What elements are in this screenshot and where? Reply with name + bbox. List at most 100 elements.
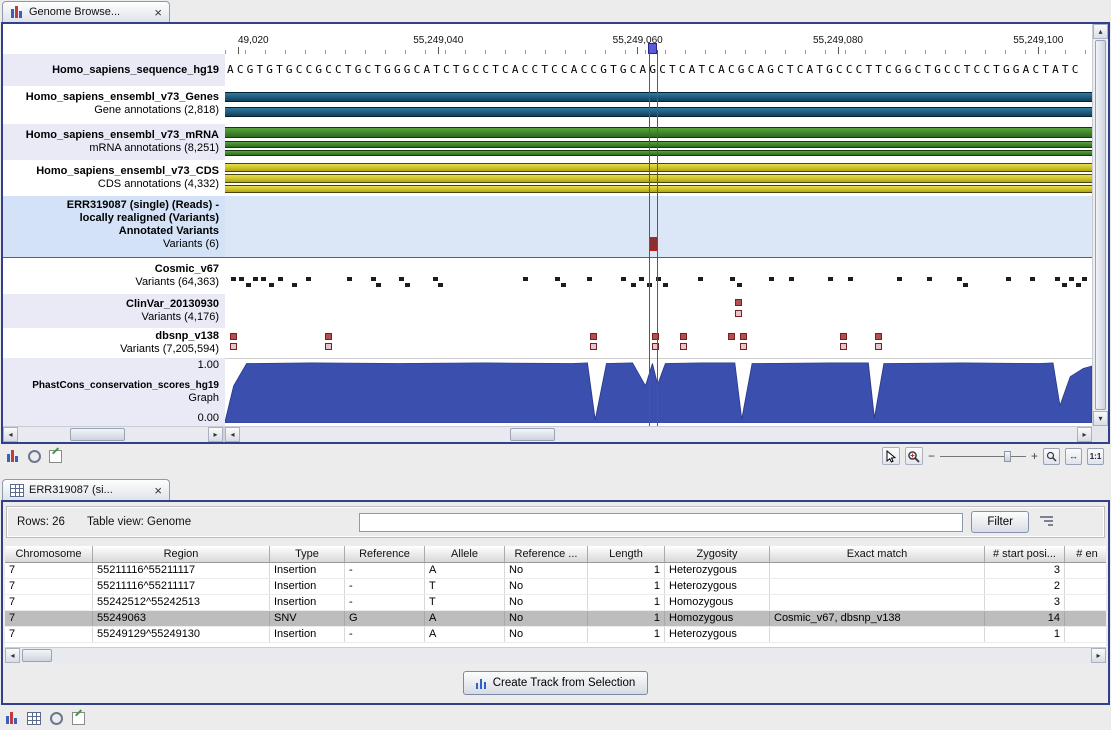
table-cell[interactable]: - [345, 563, 425, 578]
cosmic-variant-mark[interactable] [1069, 277, 1074, 281]
table-cell[interactable]: 7 [5, 627, 93, 642]
cosmic-variant-mark[interactable] [656, 277, 661, 281]
table-cell[interactable]: Homozygous [665, 611, 770, 626]
clinvar-variant-mark[interactable] [735, 299, 742, 306]
cosmic-variant-mark[interactable] [438, 283, 443, 287]
cosmic-variant-mark[interactable] [231, 277, 236, 281]
table-cell[interactable]: SNV [270, 611, 345, 626]
scrollbar-thumb[interactable] [70, 428, 125, 441]
gene-annotation-bar[interactable] [225, 107, 1092, 117]
table-cell[interactable]: 55249063 [93, 611, 270, 626]
scroll-up-button[interactable]: ▴ [1093, 24, 1108, 39]
dbsnp-variant-mark[interactable] [652, 333, 659, 340]
tab-close-icon[interactable]: × [154, 485, 162, 496]
tab-variant-table[interactable]: ERR319087 (si... × [2, 479, 170, 500]
table-cell[interactable] [1065, 627, 1106, 642]
vertical-scrollbar-thumb[interactable] [1095, 40, 1106, 410]
table-row[interactable]: 755249063SNVGANo1HomozygousCosmic_v67, d… [5, 611, 1106, 627]
cosmic-variant-mark[interactable] [278, 277, 283, 281]
table-cell[interactable]: Heterozygous [665, 563, 770, 578]
cosmic-variant-mark[interactable] [828, 277, 833, 281]
cosmic-variant-mark[interactable] [769, 277, 774, 281]
cosmic-variant-mark[interactable] [433, 277, 438, 281]
table-hscrollbar[interactable]: ◂ ▸ [5, 647, 1106, 663]
table-cell[interactable] [1065, 611, 1106, 626]
show-trackview-icon[interactable] [5, 448, 21, 464]
clinvar-track-content[interactable] [225, 294, 1092, 328]
annotated-variant-mark[interactable] [649, 237, 658, 251]
cosmic-variant-mark[interactable] [399, 277, 404, 281]
dbsnp-variant-mark[interactable] [875, 343, 882, 350]
scroll-left-button[interactable]: ◂ [3, 427, 18, 442]
cosmic-variant-mark[interactable] [1062, 283, 1067, 287]
table-cell[interactable]: No [505, 627, 588, 642]
zoom-slider-thumb[interactable] [1004, 451, 1011, 462]
dbsnp-variant-mark[interactable] [875, 333, 882, 340]
table-cell[interactable]: 55249129^55249130 [93, 627, 270, 642]
cds-annotation-bar[interactable] [225, 185, 1092, 193]
table-row[interactable]: 755211116^55211117Insertion-ANo1Heterozy… [5, 563, 1106, 579]
dbsnp-variant-mark[interactable] [680, 343, 687, 350]
dbsnp-variant-mark[interactable] [840, 333, 847, 340]
cosmic-variant-mark[interactable] [1006, 277, 1011, 281]
dbsnp-variant-mark[interactable] [590, 333, 597, 340]
table-cell[interactable]: - [345, 627, 425, 642]
table-cell[interactable]: Insertion [270, 627, 345, 642]
dbsnp-variant-mark[interactable] [840, 343, 847, 350]
column-header[interactable]: Chromosome [5, 546, 93, 562]
cds-annotation-bar[interactable] [225, 174, 1092, 183]
table-cell[interactable]: 55211116^55211117 [93, 579, 270, 594]
table-cell[interactable]: Insertion [270, 595, 345, 610]
table-row[interactable]: 755249129^55249130Insertion-ANo1Heterozy… [5, 627, 1106, 643]
cosmic-variant-mark[interactable] [789, 277, 794, 281]
table-cell[interactable]: Cosmic_v67, dbsnp_v138 [770, 611, 985, 626]
cosmic-variant-mark[interactable] [371, 277, 376, 281]
cosmic-variant-mark[interactable] [621, 277, 626, 281]
mrna-annotation-bar[interactable] [225, 127, 1092, 138]
table-cell[interactable]: A [425, 627, 505, 642]
column-header[interactable]: Reference [345, 546, 425, 562]
one-to-one-button[interactable]: 1:1 [1087, 448, 1104, 465]
column-header[interactable]: Type [270, 546, 345, 562]
cosmic-variant-mark[interactable] [306, 277, 311, 281]
table-cell[interactable]: 2 [985, 579, 1065, 594]
column-header[interactable]: Length [588, 546, 665, 562]
tab-close-icon[interactable]: × [154, 7, 162, 18]
table-cell[interactable] [770, 563, 985, 578]
table-cell[interactable]: 14 [985, 611, 1065, 626]
dbsnp-variant-mark[interactable] [590, 343, 597, 350]
scroll-right-button[interactable]: ▸ [208, 427, 223, 442]
show-overview-icon[interactable] [48, 710, 64, 726]
cosmic-variant-mark[interactable] [239, 277, 244, 281]
column-header[interactable]: Zygosity [665, 546, 770, 562]
genes-track-content[interactable] [225, 86, 1092, 124]
cosmic-variant-mark[interactable] [647, 283, 652, 287]
table-row[interactable]: 755242512^55242513Insertion-TNo1Homozygo… [5, 595, 1106, 611]
cosmic-variant-mark[interactable] [347, 277, 352, 281]
table-cell[interactable]: 1 [588, 595, 665, 610]
table-cell[interactable]: 1 [588, 579, 665, 594]
fit-width-button[interactable]: ↔ [1065, 448, 1082, 465]
show-info-icon[interactable] [47, 448, 63, 464]
zoom-selection-button[interactable] [1043, 448, 1060, 465]
cosmic-variant-mark[interactable] [1030, 277, 1035, 281]
scrollbar-track[interactable] [240, 427, 1077, 442]
dbsnp-variant-mark[interactable] [652, 343, 659, 350]
mrna-track-content[interactable] [225, 124, 1092, 160]
table-cell[interactable]: No [505, 563, 588, 578]
cosmic-variant-mark[interactable] [737, 283, 742, 287]
scrollbar-track[interactable] [20, 648, 1091, 663]
table-cell[interactable]: Heterozygous [665, 627, 770, 642]
scroll-right-button[interactable]: ▸ [1077, 427, 1092, 442]
dbsnp-variant-mark[interactable] [230, 333, 237, 340]
cosmic-variant-mark[interactable] [1055, 277, 1060, 281]
column-header[interactable]: # start posi... [985, 546, 1065, 562]
table-cell[interactable]: 7 [5, 595, 93, 610]
table-cell[interactable]: 55211116^55211117 [93, 563, 270, 578]
vertical-scrollbar[interactable]: ▴ ▾ [1092, 24, 1108, 426]
pointer-tool-button[interactable] [882, 447, 900, 465]
create-track-button[interactable]: Create Track from Selection [463, 671, 649, 695]
table-cell[interactable]: 7 [5, 579, 93, 594]
table-cell[interactable]: - [345, 579, 425, 594]
dbsnp-track-content[interactable] [225, 328, 1092, 358]
